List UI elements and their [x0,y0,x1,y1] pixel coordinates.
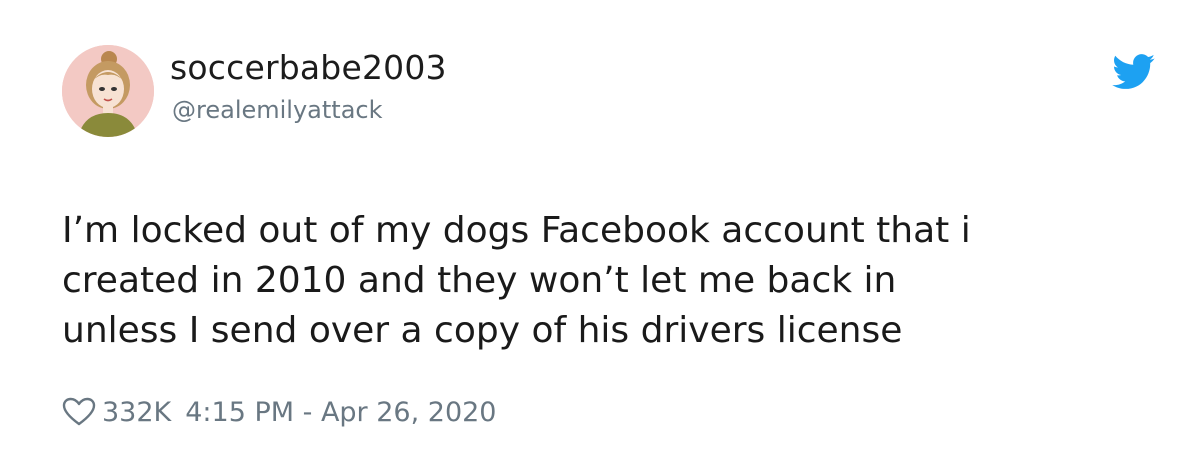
tweet-meta: 332K 4:15 PM - Apr 26, 2020 [62,392,496,432]
twitter-bird-icon[interactable] [1112,54,1156,90]
display-name[interactable]: soccerbabe2003 [170,48,447,87]
tweet-text: I’m locked out of my dogs Facebook accou… [62,210,971,351]
tweet-card: soccerbabe2003 @realemilyattack I’m lock… [0,0,1200,458]
like-count[interactable]: 332K [102,397,171,428]
heart-outline-icon[interactable] [62,397,96,427]
tweet-timestamp[interactable]: 4:15 PM - Apr 26, 2020 [185,397,496,428]
avatar-illustration [62,45,154,137]
user-handle[interactable]: @realemilyattack [172,96,383,124]
avatar[interactable] [62,45,154,137]
